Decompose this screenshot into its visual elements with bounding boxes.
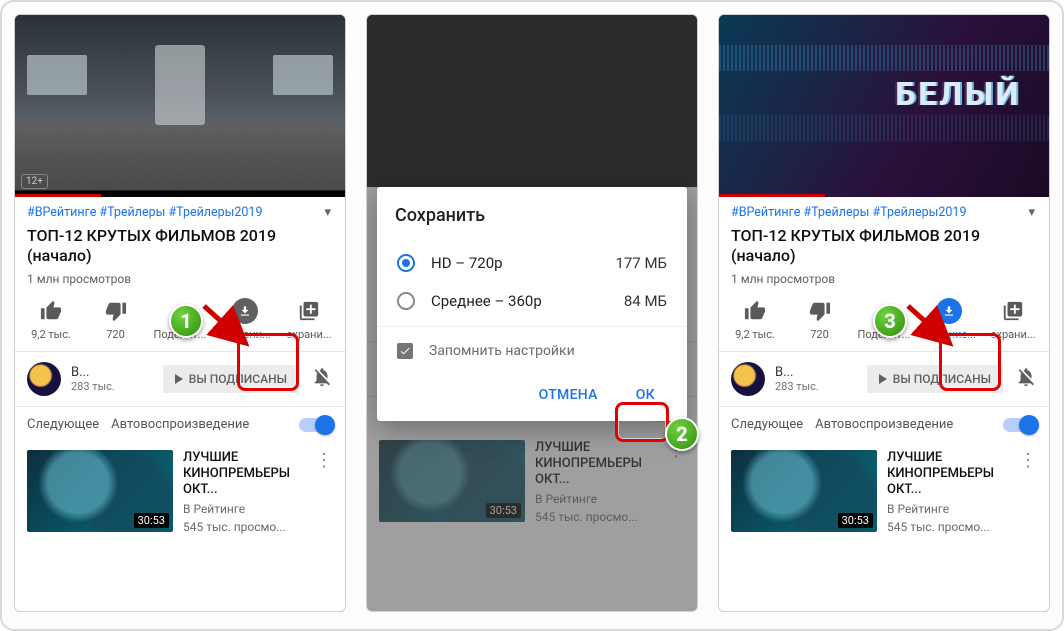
action-row: 9,2 тыс. 720 Поделит... Сохрани... охран… xyxy=(15,290,345,352)
play-icon xyxy=(175,374,183,384)
quality-option-360p[interactable]: Среднее – 360p 84 МБ xyxy=(395,282,669,320)
share-icon xyxy=(167,298,193,324)
autoplay-switch[interactable] xyxy=(1003,418,1037,432)
dislike-button[interactable]: 720 xyxy=(790,298,850,341)
checkbox-checked-icon xyxy=(397,343,413,359)
more-icon[interactable]: ⋮ xyxy=(311,450,333,534)
download-button-active[interactable]: Ска...ние... xyxy=(919,298,979,341)
reco-channel: В Рейтинге xyxy=(183,502,301,516)
channel-row[interactable]: В...283 тыс.ВЫ ПОДПИСАНЫ xyxy=(719,352,1049,407)
expand-icon[interactable]: ▾ xyxy=(1026,205,1037,220)
bell-off-icon[interactable] xyxy=(311,366,333,392)
hashtags[interactable]: #ВРейтинге #Трейлеры #Трейлеры2019 xyxy=(27,205,263,220)
library-add-icon xyxy=(296,298,322,324)
screen-3: БЕЛЫЙ #ВРейтинге #Трейлеры #Трейлеры2019… xyxy=(718,14,1050,612)
share-icon xyxy=(871,298,897,324)
video-title: ТОП-12 КРУТЫХ ФИЛЬМОВ 2019 (начало) xyxy=(27,226,333,266)
dislike-button[interactable]: 720 xyxy=(86,298,146,341)
duration-badge: 30:53 xyxy=(134,513,169,528)
channel-subs: 283 тыс. xyxy=(71,380,115,393)
video-player[interactable]: БЕЛЫЙ xyxy=(719,15,1049,197)
thumb-up-icon xyxy=(38,298,64,324)
view-count: 1 млн просмотров xyxy=(27,272,333,286)
video-overlay-text: БЕЛЫЙ xyxy=(895,75,1021,113)
upnext-row: Следующее Автовоспроизведение xyxy=(15,407,345,442)
video-player[interactable]: 12+ xyxy=(15,15,345,197)
more-icon[interactable]: ⋮ xyxy=(1015,450,1037,534)
view-count: 1 млн просмотров xyxy=(731,272,1037,286)
like-button[interactable]: 9,2 тыс. xyxy=(725,298,785,341)
video-title: ТОП-12 КРУТЫХ ФИЛЬМОВ 2019 (начало) xyxy=(731,226,1037,266)
downloading-icon xyxy=(936,298,962,324)
reco-title: ЛУЧШИЕ КИНОПРЕМЬЕРЫ ОКТ... xyxy=(183,450,301,498)
hashtags[interactable]: #ВРейтинге #Трейлеры #Трейлеры2019 xyxy=(731,205,967,220)
screen-2: #ВРейтинге #Трейлеры #Трейлеры2019▾ ТОП-… xyxy=(366,14,698,612)
channel-row[interactable]: В... 283 тыс. ВЫ ПОДПИСАНЫ xyxy=(15,352,345,407)
quality-option-720p[interactable]: HD – 720p 177 МБ xyxy=(395,244,669,282)
download-dialog: Сохранить HD – 720p 177 МБ Среднее – 360… xyxy=(377,187,687,421)
thumb-down-icon xyxy=(103,298,129,324)
reco-views: 545 тыс. просмо... xyxy=(183,520,301,534)
channel-name: В... xyxy=(71,365,115,380)
save-playlist-button[interactable]: охрани... xyxy=(983,298,1043,341)
save-playlist-button[interactable]: охрани... xyxy=(279,298,339,341)
action-row: 9,2 тыс. 720 Поделит... Ска...ние... охр… xyxy=(719,290,1049,352)
age-badge: 12+ xyxy=(21,174,48,189)
share-button[interactable]: Поделит... xyxy=(150,298,210,341)
like-button[interactable]: 9,2 тыс. xyxy=(21,298,81,341)
recommendation-item[interactable]: 30:53 ЛУЧШИЕ КИНОПРЕМЬЕРЫ ОКТ... В Рейти… xyxy=(15,442,345,534)
remember-checkbox[interactable]: Запомнить настройки xyxy=(395,333,669,369)
upnext-row: СледующееАвтовоспроизведение xyxy=(719,407,1049,442)
thumb-up-icon xyxy=(742,298,768,324)
radio-icon xyxy=(397,292,415,310)
channel-avatar xyxy=(27,362,61,396)
screen-1: 12+ #ВРейтинге #Трейлеры #Трейлеры2019 ▾… xyxy=(14,14,346,612)
autoplay-switch[interactable] xyxy=(299,418,333,432)
reco-thumbnail: 30:53 xyxy=(27,450,173,532)
library-add-icon xyxy=(1000,298,1026,324)
subscribe-button[interactable]: ВЫ ПОДПИСАНЫ xyxy=(163,365,299,393)
upnext-label: Следующее xyxy=(27,417,99,432)
channel-avatar xyxy=(731,362,765,396)
share-button[interactable]: Поделит... xyxy=(854,298,914,341)
download-button[interactable]: Сохрани... xyxy=(215,298,275,341)
bell-off-icon[interactable] xyxy=(1015,366,1037,392)
radio-selected-icon xyxy=(397,254,415,272)
download-icon xyxy=(232,298,258,324)
dialog-title: Сохранить xyxy=(395,205,669,226)
recommendation-item[interactable]: 30:53ЛУЧШИЕ КИНОПРЕМЬЕРЫ ОКТ...В Рейтинг… xyxy=(719,442,1049,534)
cancel-button[interactable]: ОТМЕНА xyxy=(525,379,612,411)
subscribe-button[interactable]: ВЫ ПОДПИСАНЫ xyxy=(867,365,1003,393)
ok-button[interactable]: ОК xyxy=(622,379,669,411)
expand-icon[interactable]: ▾ xyxy=(322,205,333,220)
autoplay-label: Автовоспроизведение xyxy=(111,417,249,432)
thumb-down-icon xyxy=(807,298,833,324)
